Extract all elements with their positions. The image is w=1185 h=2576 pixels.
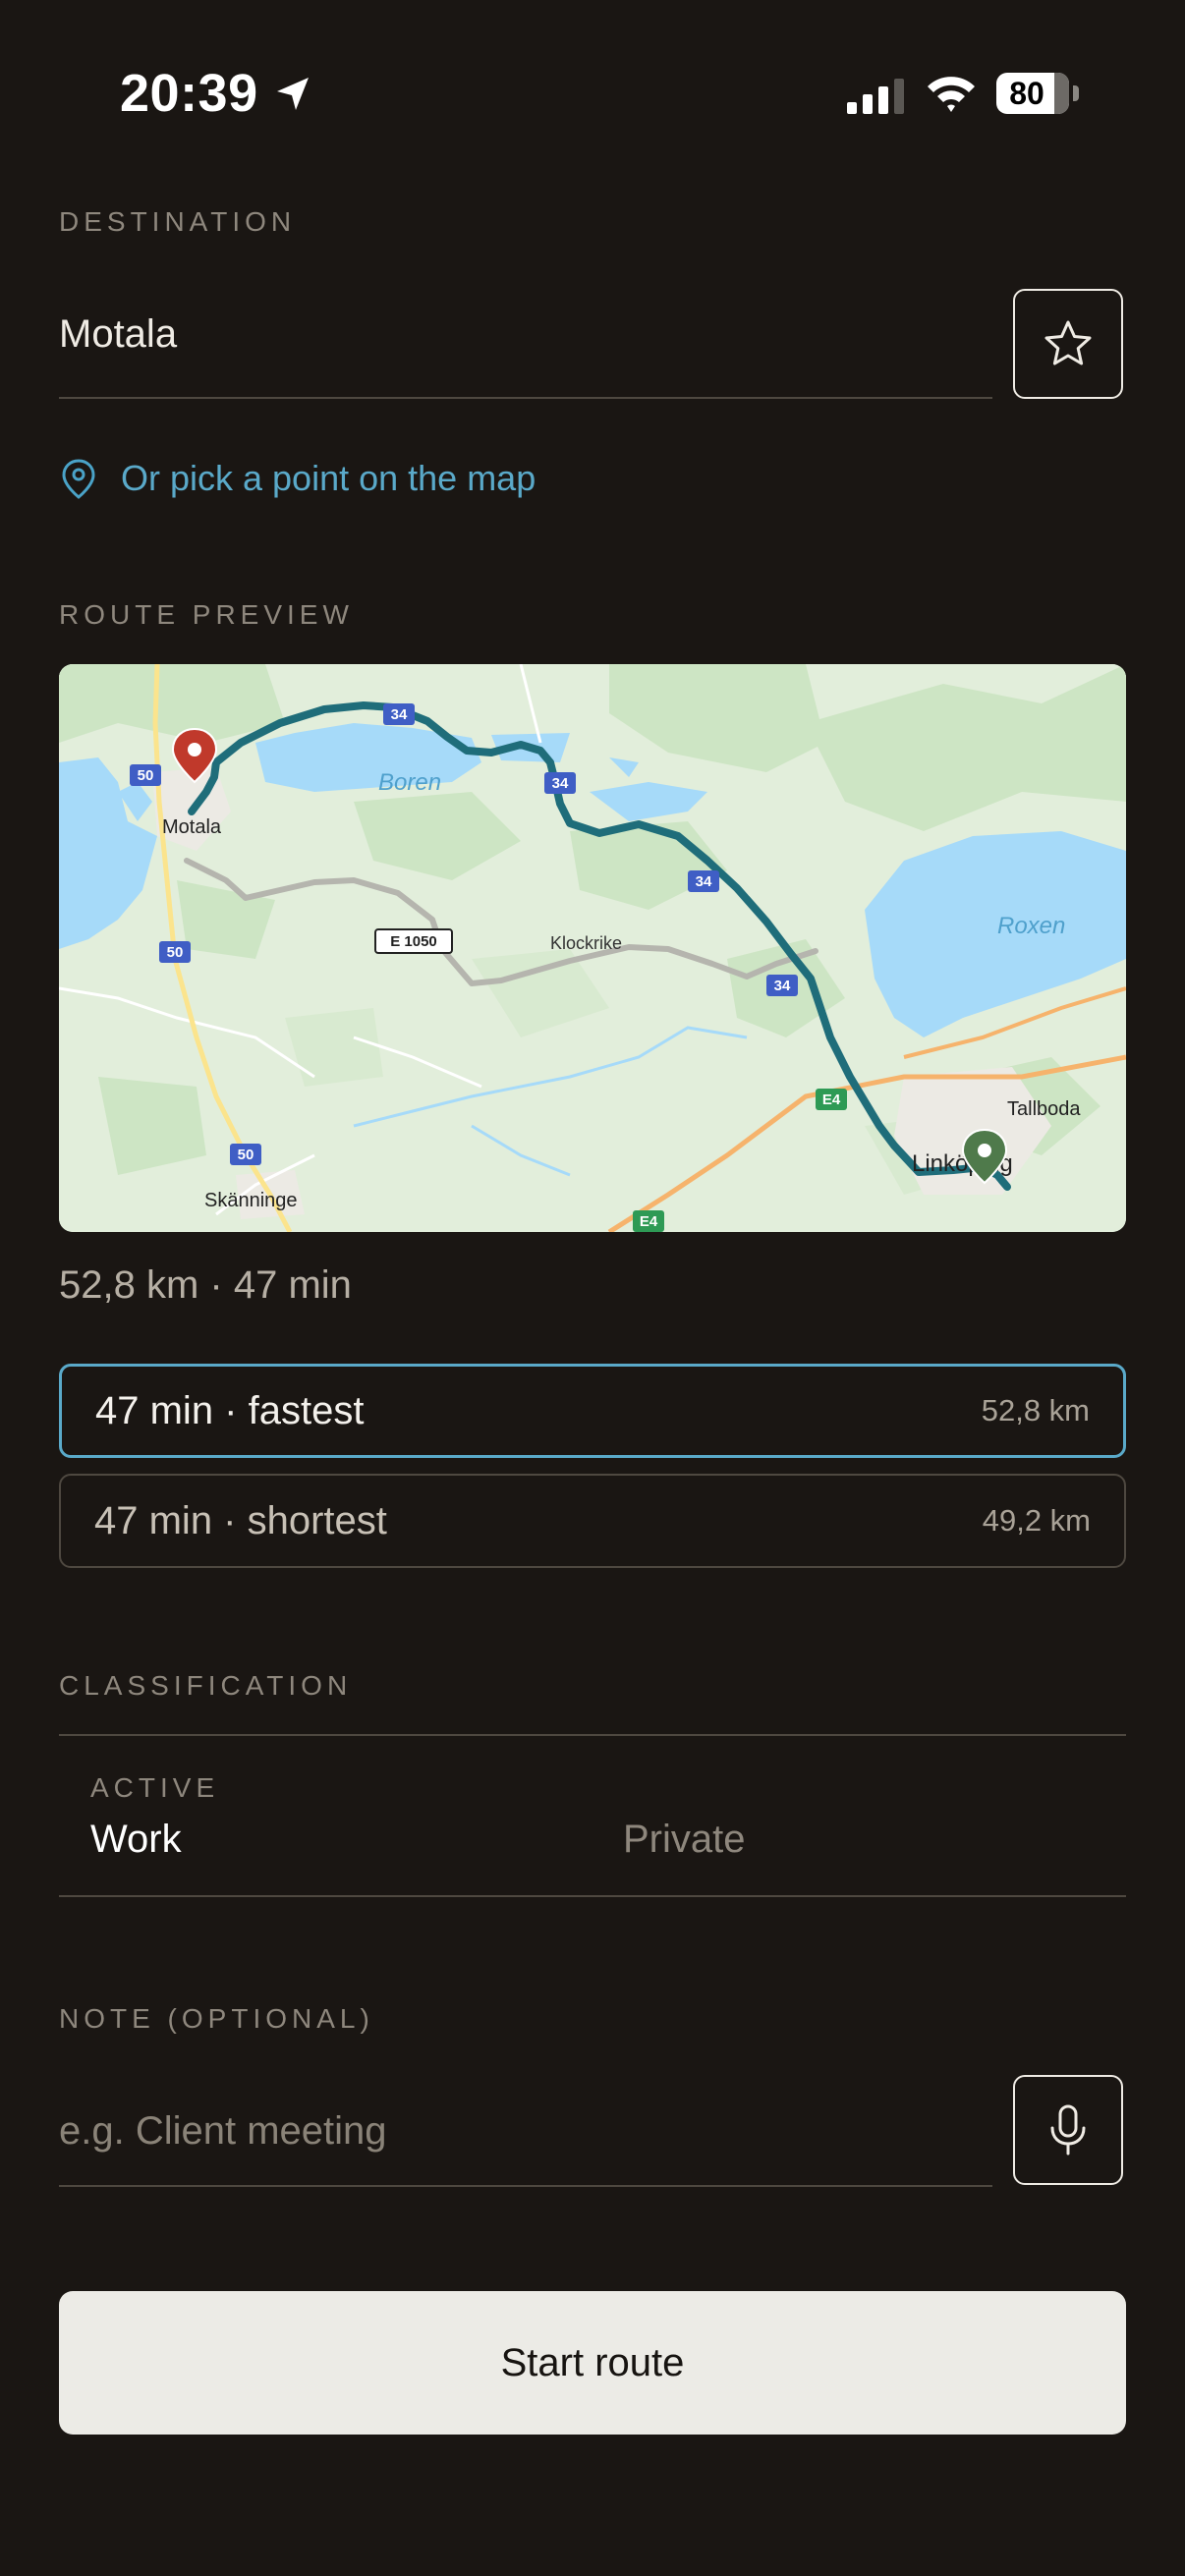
- route-preview-section-label: ROUTE PREVIEW: [59, 599, 354, 630]
- location-arrow-icon: [277, 78, 309, 110]
- pick-on-map-link[interactable]: Or pick a point on the map: [121, 458, 536, 499]
- microphone-icon: [1050, 2104, 1086, 2156]
- map-place-label: Klockrike: [550, 933, 622, 953]
- map-place-label: Tallboda: [1007, 1098, 1081, 1120]
- cellular-signal-icon: [847, 79, 904, 114]
- classification-section-label: CLASSIFICATION: [59, 1670, 353, 1701]
- road-label: 50: [238, 1147, 254, 1163]
- battery-icon: 80: [996, 73, 1069, 114]
- road-label: 34: [774, 978, 791, 994]
- battery-level: 80: [1009, 76, 1044, 111]
- route-option-shortest[interactable]: 47 min · shortest 49,2 km: [59, 1474, 1126, 1568]
- road-label: E4: [822, 1092, 841, 1108]
- destination-field[interactable]: Motala: [59, 312, 177, 357]
- route-summary: 52,8 km · 47 min: [59, 1263, 352, 1307]
- route-option-label: 47 min · shortest: [94, 1498, 387, 1542]
- start-route-button[interactable]: Start route: [59, 2291, 1126, 2435]
- location-pin-icon: [62, 459, 95, 499]
- road-label: E 1050: [390, 933, 437, 950]
- note-underline: [59, 2185, 992, 2187]
- map-canvas: 50 50 50 34 34 34 34 E 1050 E4 E4 Boren …: [59, 664, 1126, 1232]
- map-place-label: Boren: [378, 769, 441, 796]
- status-time: 20:39: [120, 64, 258, 123]
- road-label: 50: [138, 767, 154, 784]
- voice-note-button[interactable]: [1013, 2075, 1123, 2185]
- favorite-button[interactable]: [1013, 289, 1123, 399]
- map-place-label: Motala: [162, 816, 222, 838]
- note-input[interactable]: [59, 2097, 983, 2165]
- classification-divider-bottom: [59, 1895, 1126, 1897]
- map-place-label: Skänninge: [204, 1190, 298, 1211]
- wifi-icon: [928, 77, 975, 112]
- road-label: E4: [640, 1213, 658, 1230]
- route-option-label: 47 min · fastest: [95, 1388, 365, 1432]
- destination-underline: [59, 397, 992, 399]
- road-label: 34: [552, 775, 569, 792]
- route-preview-map[interactable]: 50 50 50 34 34 34 34 E 1050 E4 E4 Boren …: [59, 664, 1126, 1232]
- road-label: 34: [696, 873, 712, 890]
- route-option-fastest[interactable]: 47 min · fastest 52,8 km: [59, 1364, 1126, 1458]
- note-section-label: NOTE (OPTIONAL): [59, 2003, 374, 2034]
- destination-section-label: DESTINATION: [59, 206, 297, 237]
- classification-option-work[interactable]: Work: [90, 1818, 182, 1862]
- classification-divider-top: [59, 1734, 1126, 1736]
- classification-active-label: ACTIVE: [90, 1772, 220, 1803]
- map-place-label: Roxen: [997, 913, 1065, 939]
- road-label: 34: [391, 706, 408, 723]
- road-label: 50: [167, 944, 184, 961]
- classification-option-private[interactable]: Private: [623, 1818, 746, 1862]
- route-option-distance: 52,8 km: [981, 1393, 1090, 1428]
- star-icon: [1044, 320, 1092, 365]
- route-option-distance: 49,2 km: [982, 1503, 1091, 1538]
- battery-indicator: 80: [996, 73, 1081, 114]
